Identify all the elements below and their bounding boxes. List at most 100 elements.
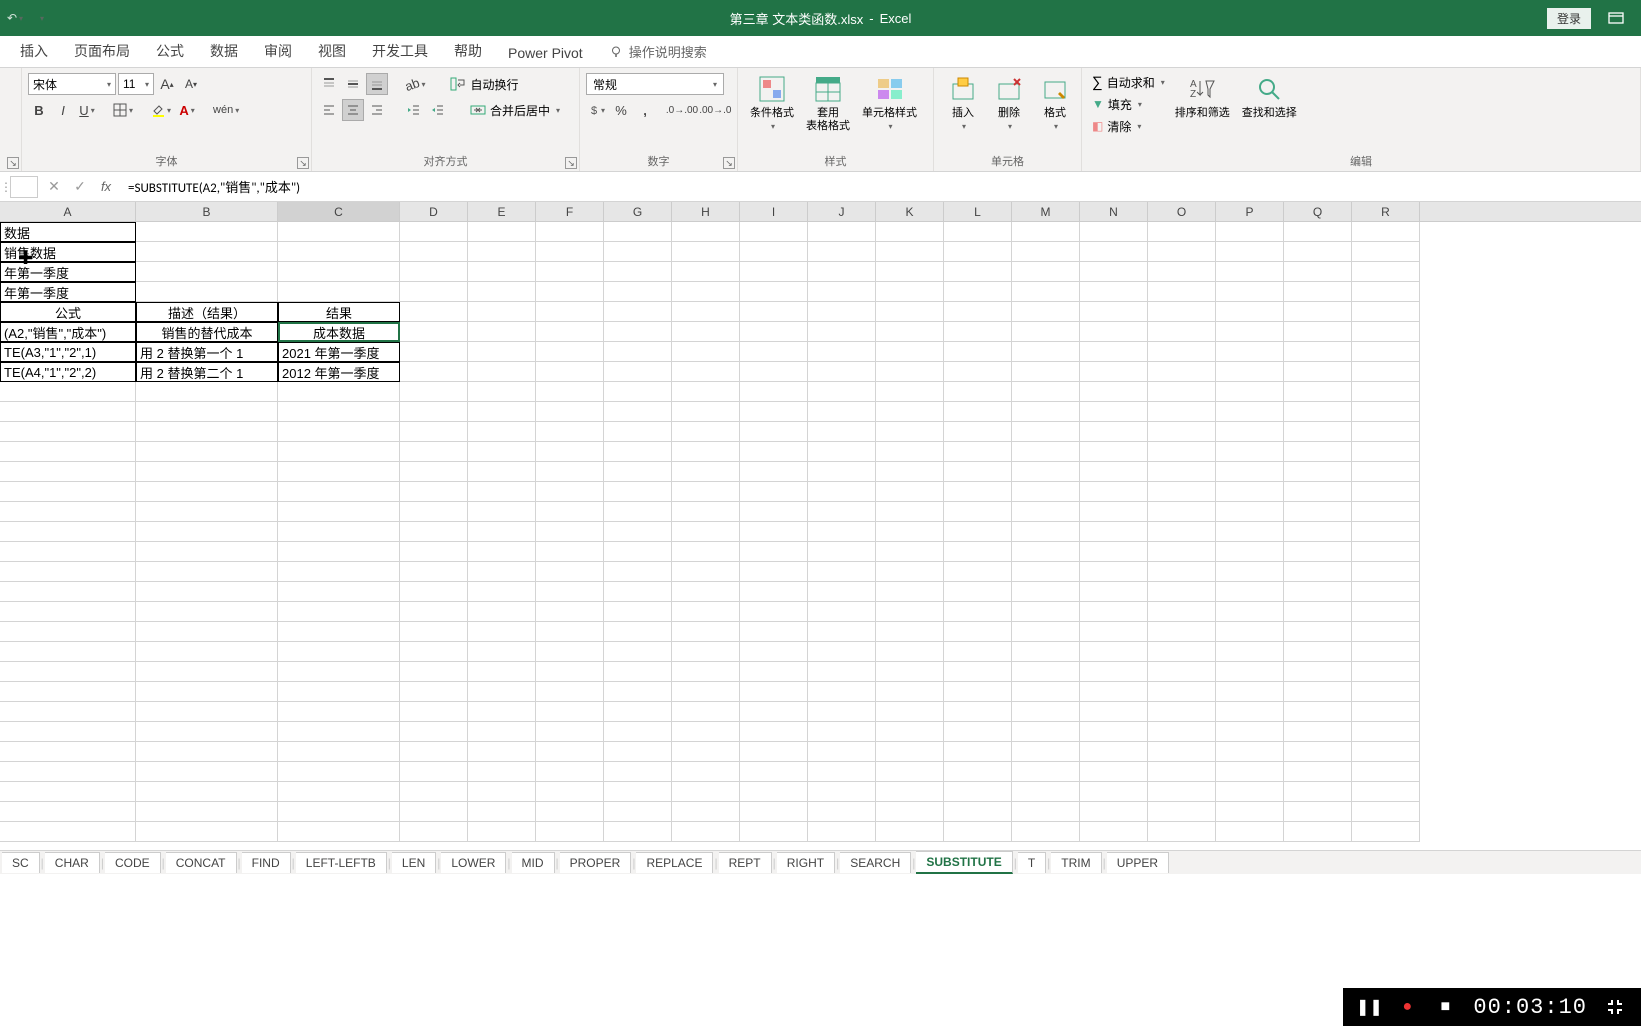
cell-K10[interactable] [876, 402, 944, 422]
cell-G31[interactable] [604, 822, 672, 842]
cell-B18[interactable] [136, 562, 278, 582]
cell-N7[interactable] [1080, 342, 1148, 362]
cell-M4[interactable] [1012, 282, 1080, 302]
align-middle-icon[interactable] [342, 73, 364, 95]
cell-E2[interactable] [468, 242, 536, 262]
tab-insert[interactable]: 插入 [8, 35, 60, 67]
sheet-tab-replace[interactable]: REPLACE [636, 852, 713, 873]
cell-H22[interactable] [672, 642, 740, 662]
sheet-tab-right[interactable]: RIGHT [777, 852, 835, 873]
cell-H2[interactable] [672, 242, 740, 262]
cell-F3[interactable] [536, 262, 604, 282]
cell-O26[interactable] [1148, 722, 1216, 742]
cell-I29[interactable] [740, 782, 808, 802]
cell-O28[interactable] [1148, 762, 1216, 782]
name-box[interactable] [10, 176, 38, 198]
cell-Q23[interactable] [1284, 662, 1352, 682]
cell-K24[interactable] [876, 682, 944, 702]
cell-R7[interactable] [1352, 342, 1420, 362]
cell-G4[interactable] [604, 282, 672, 302]
cell-P9[interactable] [1216, 382, 1284, 402]
cell-J31[interactable] [808, 822, 876, 842]
cell-R29[interactable] [1352, 782, 1420, 802]
cell-G5[interactable] [604, 302, 672, 322]
cell-J18[interactable] [808, 562, 876, 582]
cell-H3[interactable] [672, 262, 740, 282]
cell-M22[interactable] [1012, 642, 1080, 662]
cell-K19[interactable] [876, 582, 944, 602]
cell-N3[interactable] [1080, 262, 1148, 282]
cell-O8[interactable] [1148, 362, 1216, 382]
cell-A25[interactable] [0, 702, 136, 722]
cell-H26[interactable] [672, 722, 740, 742]
cell-F28[interactable] [536, 762, 604, 782]
cell-O4[interactable] [1148, 282, 1216, 302]
cell-I5[interactable] [740, 302, 808, 322]
cell-E13[interactable] [468, 462, 536, 482]
pause-recording-icon[interactable]: ❚❚ [1359, 997, 1379, 1017]
cell-H13[interactable] [672, 462, 740, 482]
cell-N6[interactable] [1080, 322, 1148, 342]
cell-Q27[interactable] [1284, 742, 1352, 762]
cell-J11[interactable] [808, 422, 876, 442]
cell-C29[interactable] [278, 782, 400, 802]
cell-B3[interactable] [136, 262, 278, 282]
cell-I21[interactable] [740, 622, 808, 642]
cell-L19[interactable] [944, 582, 1012, 602]
cell-B8[interactable]: 用 2 替换第二个 1 [136, 362, 278, 382]
namebox-handle-icon[interactable]: ⋮ [0, 180, 8, 194]
font-size-combo[interactable]: 11▾ [118, 73, 154, 95]
sheet-tab-upper[interactable]: UPPER [1107, 852, 1169, 873]
cell-C31[interactable] [278, 822, 400, 842]
cell-G24[interactable] [604, 682, 672, 702]
cell-O14[interactable] [1148, 482, 1216, 502]
cell-R28[interactable] [1352, 762, 1420, 782]
cell-E18[interactable] [468, 562, 536, 582]
cell-P14[interactable] [1216, 482, 1284, 502]
cell-F8[interactable] [536, 362, 604, 382]
cell-P8[interactable] [1216, 362, 1284, 382]
sheet-tab-mid[interactable]: MID [512, 852, 555, 873]
cell-K2[interactable] [876, 242, 944, 262]
cell-I12[interactable] [740, 442, 808, 462]
cell-D9[interactable] [400, 382, 468, 402]
cell-O27[interactable] [1148, 742, 1216, 762]
cell-Q12[interactable] [1284, 442, 1352, 462]
formula-input[interactable] [122, 176, 1641, 198]
cell-M21[interactable] [1012, 622, 1080, 642]
fill-button[interactable]: ▼填充▾ [1088, 93, 1169, 115]
cell-L29[interactable] [944, 782, 1012, 802]
cell-I24[interactable] [740, 682, 808, 702]
cell-D21[interactable] [400, 622, 468, 642]
cell-H20[interactable] [672, 602, 740, 622]
cell-F20[interactable] [536, 602, 604, 622]
cell-F5[interactable] [536, 302, 604, 322]
cell-D17[interactable] [400, 542, 468, 562]
cell-J30[interactable] [808, 802, 876, 822]
cell-M30[interactable] [1012, 802, 1080, 822]
column-header-J[interactable]: J [808, 202, 876, 221]
cell-K12[interactable] [876, 442, 944, 462]
cell-Q18[interactable] [1284, 562, 1352, 582]
cell-O3[interactable] [1148, 262, 1216, 282]
cell-N2[interactable] [1080, 242, 1148, 262]
cell-A4[interactable]: 年第一季度 [0, 282, 136, 302]
orientation-icon[interactable]: ab▾ [402, 73, 428, 95]
cell-B27[interactable] [136, 742, 278, 762]
align-top-icon[interactable] [318, 73, 340, 95]
cell-H28[interactable] [672, 762, 740, 782]
cell-A14[interactable] [0, 482, 136, 502]
cell-K15[interactable] [876, 502, 944, 522]
cell-F30[interactable] [536, 802, 604, 822]
cell-G1[interactable] [604, 222, 672, 242]
cell-H5[interactable] [672, 302, 740, 322]
cell-G15[interactable] [604, 502, 672, 522]
cell-I15[interactable] [740, 502, 808, 522]
cell-A29[interactable] [0, 782, 136, 802]
column-header-N[interactable]: N [1080, 202, 1148, 221]
cell-L4[interactable] [944, 282, 1012, 302]
cell-H23[interactable] [672, 662, 740, 682]
cell-H27[interactable] [672, 742, 740, 762]
cell-L3[interactable] [944, 262, 1012, 282]
cell-Q19[interactable] [1284, 582, 1352, 602]
